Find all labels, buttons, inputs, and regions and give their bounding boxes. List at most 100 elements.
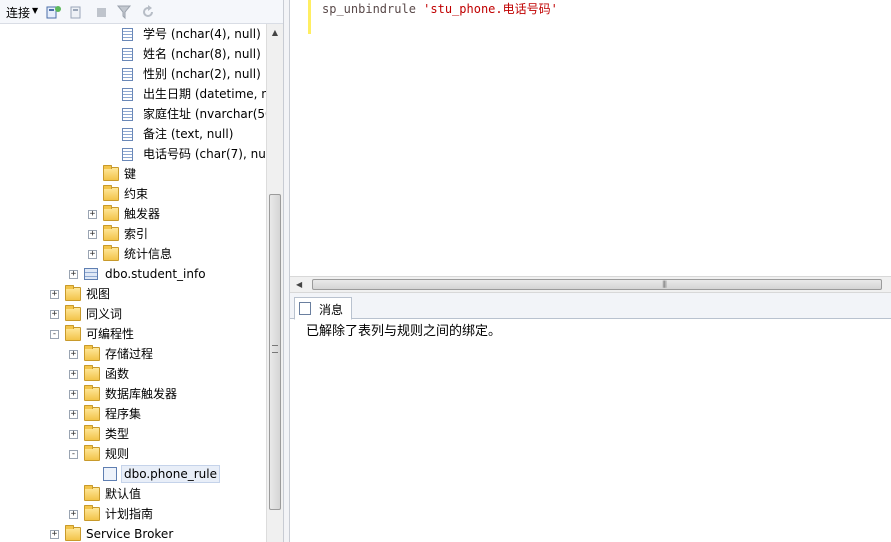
folder-icon <box>65 525 81 541</box>
tree-node-label[interactable]: 电话号码 (char(7), null <box>141 146 266 162</box>
folder-icon <box>103 225 119 241</box>
horizontal-grip-icon: ||| <box>662 280 667 288</box>
table-icon <box>84 268 98 280</box>
folder-icon <box>84 405 100 421</box>
tree-node[interactable]: 出生日期 (datetime, n <box>0 84 266 104</box>
tree-node[interactable]: 默认值 <box>0 484 266 504</box>
tree-node-label[interactable]: 学号 (nchar(4), null) <box>141 26 263 42</box>
tree-node-label[interactable]: 约束 <box>122 186 150 202</box>
tree-node[interactable]: 姓名 (nchar(8), null) <box>0 44 266 64</box>
tree-node[interactable]: 家庭住址 (nvarchar(50 <box>0 104 266 124</box>
expand-icon[interactable]: + <box>50 530 59 539</box>
expand-icon[interactable]: + <box>69 270 78 279</box>
tree-node-label[interactable]: 键 <box>122 166 138 182</box>
tree-node[interactable]: + Service Broker <box>0 524 266 542</box>
query-editor[interactable]: sp_unbindrule 'stu_phone.电话号码' <box>290 0 891 276</box>
tree-node-label[interactable]: dbo.phone_rule <box>121 465 220 483</box>
horizontal-scrollbar-thumb[interactable] <box>312 279 882 290</box>
tree-node-label[interactable]: 索引 <box>122 226 150 242</box>
stop-icon[interactable] <box>94 4 110 20</box>
tree-node[interactable]: + 数据库触发器 <box>0 384 266 404</box>
tree-node[interactable]: + 索引 <box>0 224 266 244</box>
tab-messages[interactable]: 消息 <box>294 297 352 320</box>
tree-node[interactable]: + 统计信息 <box>0 244 266 264</box>
tree-node[interactable]: + 类型 <box>0 424 266 444</box>
scroll-up-icon[interactable]: ▲ <box>267 24 283 41</box>
tree-node[interactable]: + 视图 <box>0 284 266 304</box>
tree-node-label[interactable]: 默认值 <box>103 486 143 502</box>
tree-node[interactable]: 备注 (text, null) <box>0 124 266 144</box>
collapse-icon[interactable]: - <box>50 330 59 339</box>
tree-node-label[interactable]: dbo.student_info <box>103 266 208 282</box>
expand-icon[interactable]: + <box>88 230 97 239</box>
scrollbar-grip-icon <box>272 345 278 353</box>
tree-node-label[interactable]: 姓名 (nchar(8), null) <box>141 46 263 62</box>
tree-node-label[interactable]: 同义词 <box>84 306 124 322</box>
tree-node-label[interactable]: 存储过程 <box>103 346 155 362</box>
tree-node[interactable]: + 程序集 <box>0 404 266 424</box>
tree-node-label[interactable]: 视图 <box>84 286 112 302</box>
expand-icon[interactable]: + <box>88 250 97 259</box>
tree-node-label[interactable]: 可编程性 <box>84 326 136 342</box>
scroll-left-icon[interactable]: ◀ <box>296 277 302 293</box>
tree-node-label[interactable]: 数据库触发器 <box>103 386 179 402</box>
tree-node[interactable]: + 计划指南 <box>0 504 266 524</box>
tree-node[interactable]: - 可编程性 <box>0 324 266 344</box>
pane-splitter[interactable] <box>283 0 290 542</box>
tree-node-label[interactable]: 程序集 <box>103 406 143 422</box>
collapse-icon[interactable]: - <box>69 450 78 459</box>
object-explorer-tree: 学号 (nchar(4), null) 姓名 (nchar(8), null) 性别… <box>0 24 266 542</box>
tree-node-label[interactable]: 性别 (nchar(2), null) <box>141 66 263 82</box>
disconnect-icon[interactable] <box>70 4 86 20</box>
tree-node-label[interactable]: 家庭住址 (nvarchar(50 <box>141 106 266 122</box>
query-code-line[interactable]: sp_unbindrule 'stu_phone.电话号码' <box>322 1 558 17</box>
column-icon <box>122 48 133 61</box>
connect-button[interactable]: 连接 <box>6 4 30 21</box>
expand-icon[interactable]: + <box>69 350 78 359</box>
tree-node-label[interactable]: Service Broker <box>84 526 175 542</box>
tree-node[interactable]: + 存储过程 <box>0 344 266 364</box>
scrollbar-thumb[interactable] <box>269 194 281 510</box>
folder-icon <box>84 365 100 381</box>
sql-string-argument: 'stu_phone.电话号码' <box>423 2 558 16</box>
expand-icon[interactable]: + <box>88 210 97 219</box>
expand-icon[interactable]: + <box>69 430 78 439</box>
tree-node-label[interactable]: 备注 (text, null) <box>141 126 235 142</box>
tree-node[interactable]: - 规则 <box>0 444 266 464</box>
editor-gutter <box>290 0 308 276</box>
tree-node-label[interactable]: 计划指南 <box>103 506 155 522</box>
tree-node[interactable]: dbo.phone_rule <box>0 464 266 484</box>
tree-node-label[interactable]: 统计信息 <box>122 246 174 262</box>
expand-icon[interactable]: + <box>69 410 78 419</box>
tree-node-label[interactable]: 规则 <box>103 446 131 462</box>
tree-node-label[interactable]: 类型 <box>103 426 131 442</box>
filter-icon[interactable] <box>116 4 132 20</box>
tree-node[interactable]: + 触发器 <box>0 204 266 224</box>
object-explorer: 连接 ▼ 学号 (nchar(4), null) 姓名 (nchar(8), nu… <box>0 0 283 542</box>
tree-node[interactable]: 键 <box>0 164 266 184</box>
connect-server-icon[interactable] <box>46 4 62 20</box>
refresh-icon[interactable] <box>140 4 156 20</box>
tree-node-label[interactable]: 函数 <box>103 366 131 382</box>
expand-icon[interactable]: + <box>50 290 59 299</box>
messages-icon <box>299 302 311 315</box>
tree-node[interactable]: 约束 <box>0 184 266 204</box>
column-icon <box>122 128 133 141</box>
sql-keyword: sp_unbindrule <box>322 2 416 16</box>
expand-icon[interactable]: + <box>50 310 59 319</box>
expand-icon[interactable]: + <box>69 370 78 379</box>
tree-node[interactable]: 电话号码 (char(7), null <box>0 144 266 164</box>
tree-node[interactable]: + 同义词 <box>0 304 266 324</box>
tree-node[interactable]: + dbo.student_info <box>0 264 266 284</box>
editor-horizontal-scrollbar[interactable]: ◀ ||| <box>290 276 891 292</box>
connect-dropdown-icon[interactable]: ▼ <box>32 6 38 15</box>
tree-node[interactable]: 性别 (nchar(2), null) <box>0 64 266 84</box>
tree-node-label[interactable]: 触发器 <box>122 206 162 222</box>
column-icon <box>122 68 133 81</box>
tree-node[interactable]: + 函数 <box>0 364 266 384</box>
tree-node[interactable]: 学号 (nchar(4), null) <box>0 24 266 44</box>
object-explorer-scrollbar[interactable]: ▲ <box>266 24 283 542</box>
tree-node-label[interactable]: 出生日期 (datetime, n <box>141 86 266 102</box>
expand-icon[interactable]: + <box>69 390 78 399</box>
expand-icon[interactable]: + <box>69 510 78 519</box>
